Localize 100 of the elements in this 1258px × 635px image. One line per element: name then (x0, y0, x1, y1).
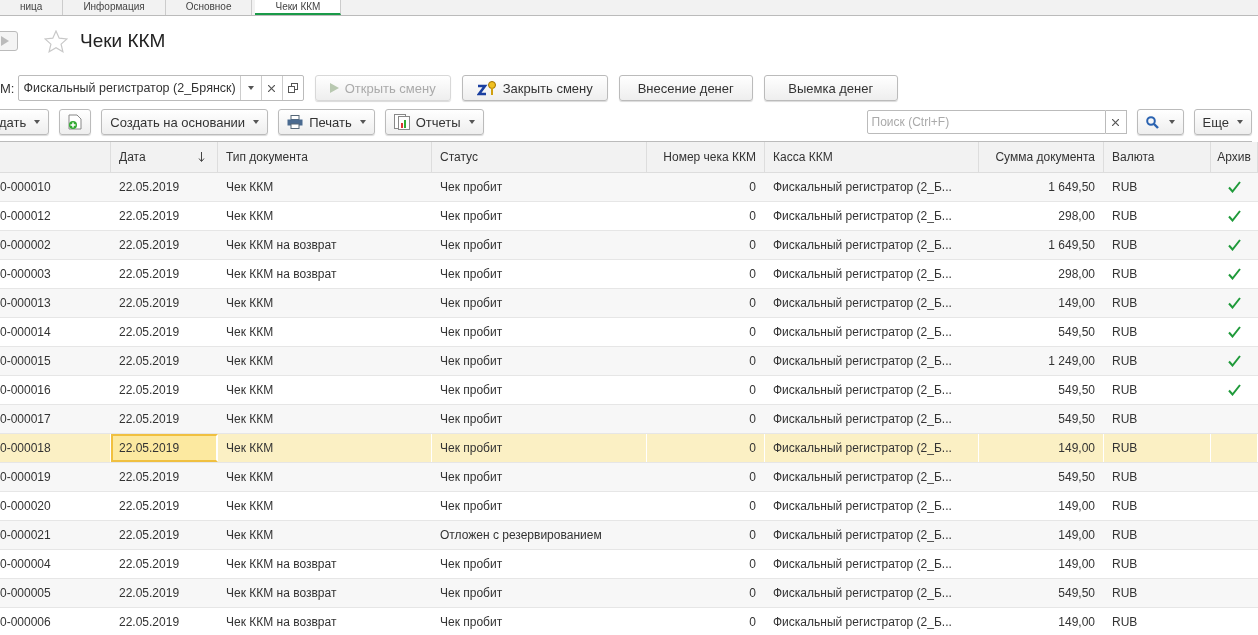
table-row[interactable]: 0-000021 22.05.2019 Чек ККМ Отложен с резервированием 0 Фискальный регистратор (2_Б... 149,00 RUB (0, 521, 1258, 550)
table-cell: 1 649,50 (1048, 238, 1095, 252)
table-row[interactable]: 0-000018 22.05.2019 Чек ККМ Чек пробит 0 Фискальный регистратор (2_Б... 149,00 RUB (0, 434, 1258, 463)
printer-icon (287, 115, 304, 129)
column-header[interactable]: Номер чека ККМ (647, 142, 765, 172)
table-cell: 0-000010 (0, 180, 51, 194)
table-row[interactable]: 0-000002 22.05.2019 Чек ККМ на возврат Чек пробит 0 Фискальный регистратор (2_Б... 1 649,50 RUB (0, 231, 1258, 260)
add-copy-button[interactable] (59, 109, 92, 135)
search-icon (1145, 115, 1159, 129)
table-cell: 0 (749, 296, 756, 310)
table-cell: RUB (1112, 557, 1138, 571)
triangle-icon (1, 36, 9, 46)
table-cell: Чек пробит (440, 557, 503, 571)
report-icon (393, 114, 410, 130)
table-cell: Фискальный регистратор (2_Б... (773, 209, 952, 223)
star-icon[interactable] (44, 29, 68, 53)
add-document-icon (68, 114, 83, 130)
table-cell: Чек ККМ (226, 180, 274, 194)
table-cell: Чек пробит (440, 499, 503, 513)
tab[interactable]: Информация (63, 0, 166, 15)
table-cell: 0-000006 (0, 615, 51, 629)
column-header[interactable]: Сумма документа (979, 142, 1104, 172)
column-header[interactable]: Архив (1211, 142, 1258, 172)
table-cell: Чек пробит (440, 209, 503, 223)
caret-icon (1237, 120, 1243, 124)
table-cell: Чек ККМ на возврат (226, 267, 337, 281)
table-cell: 0-000003 (0, 267, 51, 281)
table-cell: 0 (749, 441, 756, 455)
table-cell: 0 (749, 615, 756, 629)
table-cell: 22.05.2019 (119, 528, 180, 542)
toolbar-button[interactable]: Отчеты (384, 109, 484, 135)
shift-button[interactable]: Закрыть смену (461, 75, 608, 101)
column-header[interactable]: Касса ККМ (765, 142, 979, 172)
column-header[interactable]: Валюта (1104, 142, 1211, 172)
table-row[interactable]: 0-000005 22.05.2019 Чек ККМ на возврат Чек пробит 0 Фискальный регистратор (2_Б... 549,50 RUB (0, 579, 1258, 608)
table-cell: 298,00 (1058, 267, 1095, 281)
table-cell: 22.05.2019 (119, 499, 180, 513)
table-row[interactable]: 0-000013 22.05.2019 Чек ККМ Чек пробит 0 Фискальный регистратор (2_Б... 149,00 RUB (0, 289, 1258, 318)
column-header[interactable]: Статус (432, 142, 647, 172)
table-cell: 22.05.2019 (119, 267, 180, 281)
table-cell: 149,00 (1058, 296, 1095, 310)
shift-button[interactable]: Внесение денег (618, 75, 753, 101)
table-cell: 149,00 (1058, 557, 1095, 571)
table-cell: 0 (749, 209, 756, 223)
table-cell: Чек пробит (440, 267, 503, 281)
more-button[interactable]: Еще (1193, 109, 1252, 135)
table-row[interactable]: 0-000017 22.05.2019 Чек ККМ Чек пробит 0 Фискальный регистратор (2_Б... 549,50 RUB (0, 405, 1258, 434)
table-cell: 22.05.2019 (119, 412, 180, 426)
toolbar-button[interactable]: дать (0, 109, 50, 135)
table-cell: 0 (749, 267, 756, 281)
table-cell: RUB (1112, 412, 1138, 426)
register-dropdown[interactable]: Фискальный регистратор (2_Брянск) (18, 75, 304, 101)
caret-icon (468, 120, 475, 124)
table-cell: Фискальный регистратор (2_Б... (773, 296, 952, 310)
table-cell: Чек пробит (440, 238, 503, 252)
table-row[interactable]: 0-000010 22.05.2019 Чек ККМ Чек пробит 0 Фискальный регистратор (2_Б... 1 649,50 RUB (0, 173, 1258, 202)
table-cell: Фискальный регистратор (2_Б... (773, 528, 952, 542)
table-row[interactable]: 0-000019 22.05.2019 Чек ККМ Чек пробит 0 Фискальный регистратор (2_Б... 549,50 RUB (0, 463, 1258, 492)
caret-icon (253, 120, 260, 124)
table-cell: Чек пробит (440, 470, 503, 484)
table-cell: 149,00 (1058, 441, 1095, 455)
tab[interactable]: Основное (165, 0, 253, 15)
key-icon (476, 80, 497, 96)
table-cell: Чек ККМ на возврат (226, 586, 337, 600)
table-cell: 0 (749, 354, 756, 368)
table-cell: 549,50 (1058, 470, 1095, 484)
table-cell: Чек пробит (440, 296, 503, 310)
table-cell: RUB (1112, 180, 1138, 194)
table-cell: 22.05.2019 (119, 470, 180, 484)
column-header[interactable]: Дата (111, 142, 218, 172)
table-cell: 0 (749, 325, 756, 339)
filter-label: М: (0, 80, 15, 96)
table-cell: RUB (1112, 615, 1138, 629)
table-cell: Чек ККМ на возврат (226, 615, 337, 629)
table-cell: Чек ККМ (226, 354, 274, 368)
table-row[interactable]: 0-000015 22.05.2019 Чек ККМ Чек пробит 0 Фискальный регистратор (2_Б... 1 249,00 RUB (0, 347, 1258, 376)
table-cell: RUB (1112, 209, 1138, 223)
table-cell: 0 (749, 412, 756, 426)
shift-button[interactable]: Выемка денег (763, 75, 898, 101)
tab[interactable]: Чеки ККМ (255, 0, 342, 15)
clear-icon[interactable] (1105, 110, 1127, 134)
table-cell: 0-000015 (0, 354, 51, 368)
table-cell: Чек ККМ (226, 383, 274, 397)
table-cell: RUB (1112, 296, 1138, 310)
table-cell: Чек пробит (440, 586, 503, 600)
search-button[interactable] (1136, 109, 1184, 135)
table-cell: 0 (749, 470, 756, 484)
table-cell: 0-000014 (0, 325, 51, 339)
page-title: Чеки ККМ (80, 30, 166, 52)
toolbar-button[interactable]: Печать (278, 109, 375, 135)
table-cell: Чек ККМ (226, 296, 274, 310)
column-header[interactable]: Тип документа (218, 142, 432, 172)
search-field[interactable]: Поиск (Ctrl+F) (866, 110, 1106, 134)
table-cell: 0-000020 (0, 499, 51, 513)
toolbar-button[interactable]: Создать на основании (101, 109, 269, 135)
table-cell: Фискальный регистратор (2_Б... (773, 325, 952, 339)
table-cell: Фискальный регистратор (2_Б... (773, 180, 952, 194)
table-cell: 1 249,00 (1048, 354, 1095, 368)
tab[interactable]: ница (0, 0, 64, 15)
table-cell: 549,50 (1058, 586, 1095, 600)
